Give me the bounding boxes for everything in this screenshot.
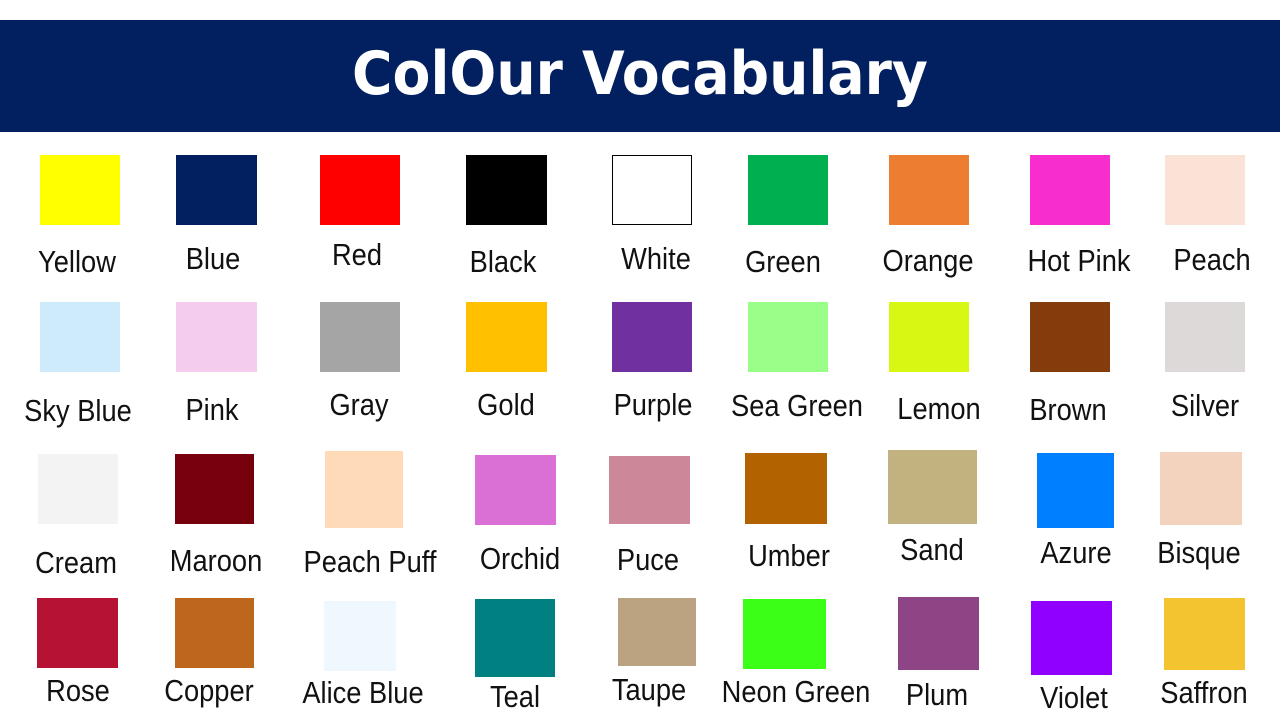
swatch-black [466, 155, 547, 225]
swatch-red [320, 155, 400, 225]
swatch-taupe [618, 598, 696, 666]
swatch-purple [612, 302, 692, 372]
swatch-lemon [889, 302, 969, 372]
label-taupe: Taupe [611, 672, 687, 707]
label-rose: Rose [46, 673, 110, 708]
swatch-rose [37, 598, 118, 668]
swatch-saffron [1164, 598, 1245, 670]
label-sky-blue: Sky Blue [24, 393, 132, 428]
label-sand: Sand [900, 532, 964, 567]
swatch-peach [1165, 155, 1245, 225]
swatch-plum [898, 597, 979, 670]
label-copper: Copper [164, 673, 254, 708]
label-saffron: Saffron [1160, 675, 1248, 710]
swatch-azure [1037, 453, 1114, 528]
swatch-silver [1165, 302, 1245, 372]
swatch-puce [609, 456, 690, 524]
label-red: Red [331, 237, 383, 272]
swatch-neon-green [743, 599, 826, 669]
label-puce: Puce [616, 542, 680, 577]
swatch-bisque [1160, 452, 1242, 525]
swatch-sea-green [748, 302, 828, 372]
label-hot-pink: Hot Pink [1027, 243, 1131, 278]
label-yellow: Yellow [38, 244, 116, 279]
swatch-teal [475, 599, 555, 677]
swatch-orange [889, 155, 969, 225]
label-sea-green: Sea Green [731, 388, 863, 423]
swatch-sky-blue [40, 302, 120, 372]
swatch-sand [888, 450, 977, 524]
label-brown: Brown [1029, 392, 1107, 427]
swatch-gold [466, 302, 547, 372]
label-blue: Blue [185, 241, 241, 276]
swatch-alice-blue [324, 601, 396, 671]
label-neon-green: Neon Green [721, 674, 871, 709]
swatch-blue [176, 155, 257, 225]
title-banner: ColOur Vocabulary [0, 20, 1280, 132]
label-cream: Cream [35, 545, 117, 580]
label-peach-puff: Peach Puff [303, 544, 437, 579]
label-peach: Peach [1173, 242, 1251, 277]
swatch-peach-puff [325, 451, 403, 528]
swatch-umber [745, 453, 827, 524]
swatch-copper [175, 598, 254, 668]
swatch-pink [176, 302, 257, 372]
swatch-yellow [40, 155, 120, 225]
label-maroon: Maroon [169, 543, 263, 578]
swatch-orchid [475, 455, 556, 525]
page-title: ColOur Vocabulary [352, 39, 928, 109]
swatch-maroon [175, 454, 254, 524]
swatch-violet [1031, 601, 1112, 675]
label-green: Green [745, 244, 821, 279]
swatch-green [748, 155, 828, 225]
swatch-brown [1030, 302, 1110, 372]
label-orange: Orange [882, 243, 974, 278]
label-black: Black [469, 244, 537, 279]
label-silver: Silver [1170, 388, 1240, 423]
label-plum: Plum [905, 677, 969, 712]
swatch-cream [38, 454, 118, 524]
label-pink: Pink [185, 392, 239, 427]
label-bisque: Bisque [1157, 535, 1241, 570]
swatch-gray [320, 302, 400, 372]
label-alice-blue: Alice Blue [302, 675, 424, 710]
swatch-white [612, 155, 692, 225]
label-gold: Gold [477, 387, 535, 422]
label-violet: Violet [1040, 680, 1108, 715]
label-gray: Gray [329, 387, 389, 422]
label-lemon: Lemon [897, 391, 981, 426]
label-teal: Teal [489, 679, 541, 714]
label-umber: Umber [748, 538, 830, 573]
swatch-hot-pink [1030, 155, 1110, 225]
label-purple: Purple [613, 387, 693, 422]
